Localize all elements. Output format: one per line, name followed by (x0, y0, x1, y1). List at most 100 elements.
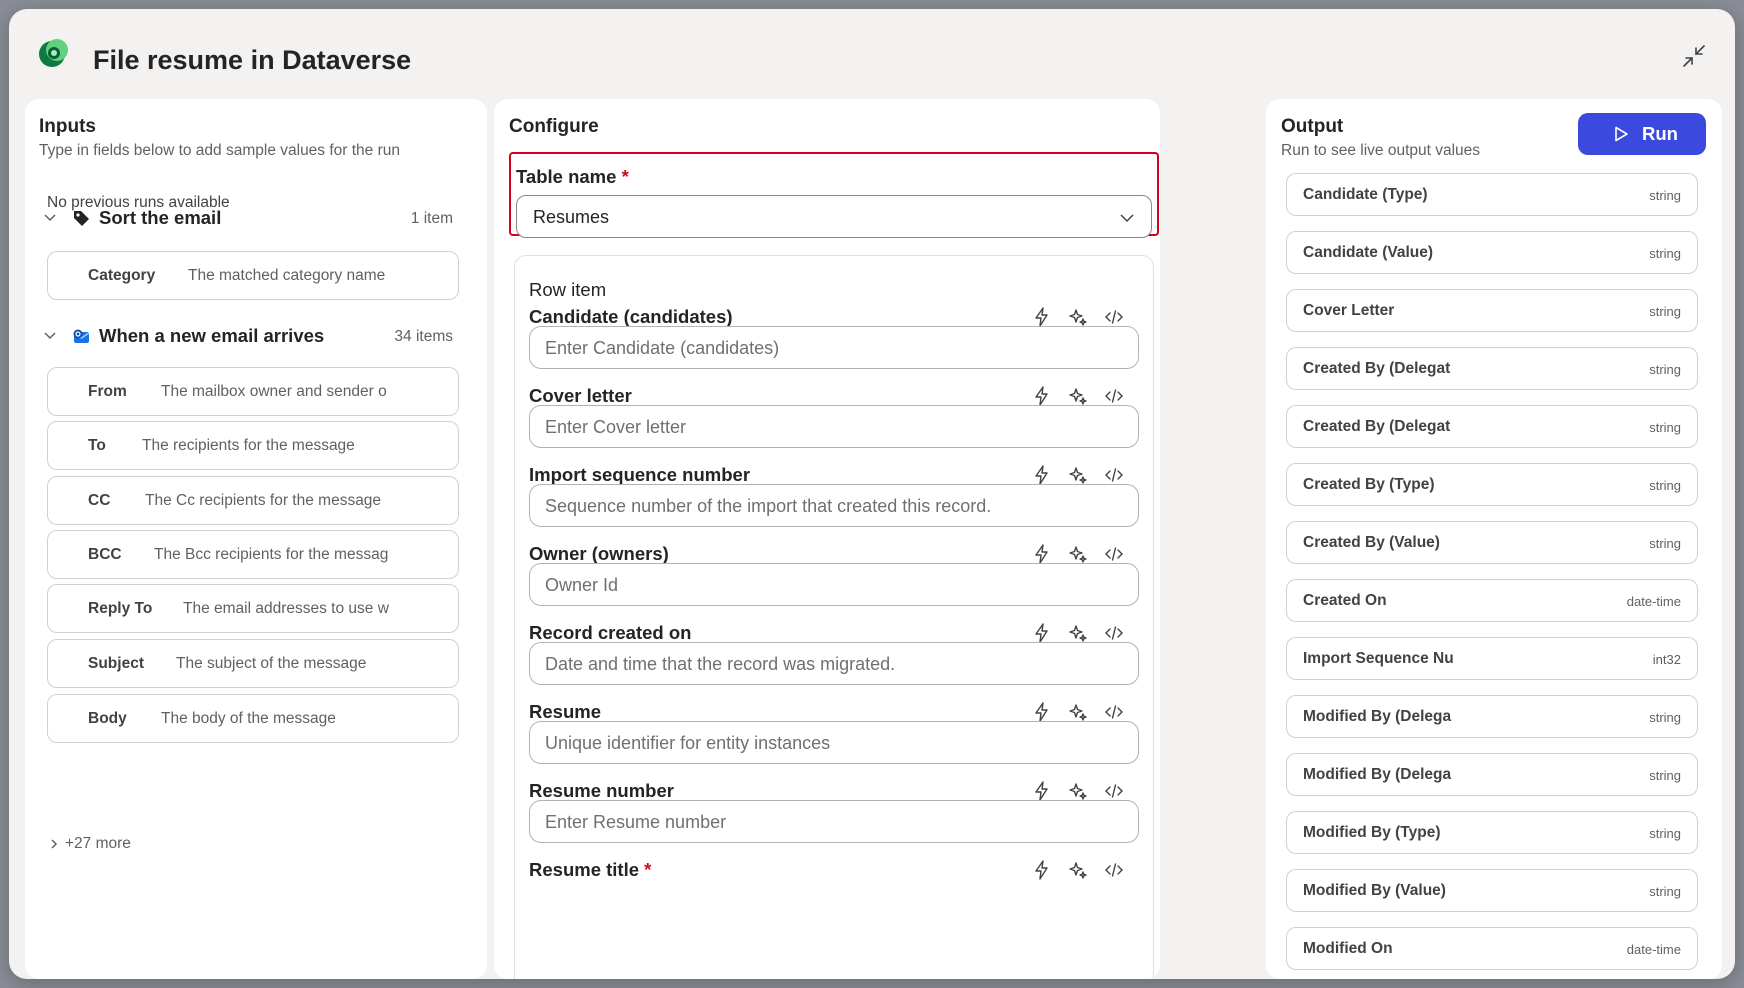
table-name-value: Resumes (533, 207, 610, 227)
field-hint: The recipients for the message (142, 437, 355, 454)
field-hint: The email addresses to use w (183, 600, 389, 617)
input-placeholder: Unique identifier for entity instances (545, 733, 831, 753)
run-button[interactable]: Run (1578, 113, 1706, 155)
input-field-subject[interactable]: Subject The subject of the message (47, 639, 459, 688)
output-row: Created By (Value) string (1286, 521, 1698, 564)
collapse-icon[interactable] (1681, 43, 1707, 69)
field-label: Subject (88, 655, 144, 672)
field-label: From (88, 383, 127, 400)
field-label: BCC (88, 546, 122, 563)
inputs-subtitle: Type in fields below to add sample value… (39, 142, 401, 159)
field-actions (1031, 306, 1141, 328)
output-row: Modified By (Delega string (1286, 753, 1698, 796)
play-icon (1615, 126, 1628, 142)
table-name-label: Table name * (516, 166, 629, 187)
sparkle-icon[interactable] (1067, 464, 1089, 486)
show-more-link[interactable]: +27 more (49, 835, 131, 853)
table-name-dropdown[interactable]: Resumes (516, 195, 1152, 238)
input-placeholder: Enter Cover letter (545, 417, 687, 437)
row-item-group: Row item Candidate (candidates) Enter Ca… (514, 255, 1154, 979)
output-title: Output (1281, 116, 1344, 137)
sparkle-icon[interactable] (1067, 543, 1089, 565)
code-icon[interactable] (1103, 780, 1125, 802)
output-row: Modified By (Value) string (1286, 869, 1698, 912)
section-count: 1 item (410, 210, 453, 227)
field-label: To (88, 437, 106, 454)
lightning-icon[interactable] (1031, 701, 1053, 723)
field-actions (1031, 622, 1141, 644)
input-placeholder: Enter Candidate (candidates) (545, 338, 780, 358)
input-field-category[interactable]: Category The matched category name (47, 251, 459, 300)
field-label: Reply To (88, 600, 153, 617)
dataverse-logo (39, 39, 68, 67)
input-field-to[interactable]: To The recipients for the message (47, 421, 459, 470)
input-field-bcc[interactable]: BCC The Bcc recipients for the messag (47, 530, 459, 579)
lightning-icon[interactable] (1031, 543, 1053, 565)
import-sequence-input[interactable]: Sequence number of the import that creat… (529, 484, 1139, 527)
code-icon[interactable] (1103, 306, 1125, 328)
field-hint: The subject of the message (176, 655, 367, 672)
sparkle-icon[interactable] (1067, 385, 1089, 407)
resume-number-input[interactable]: Enter Resume number (529, 800, 1139, 843)
show-more-label: +27 more (65, 835, 131, 852)
field-label-resume-title: Resume title * (529, 859, 652, 880)
output-row: Modified On date-time (1286, 927, 1698, 970)
chevron-down-icon[interactable] (43, 328, 57, 342)
inputs-panel: Inputs Type in fields below to add sampl… (25, 99, 487, 979)
resume-input[interactable]: Unique identifier for entity instances (529, 721, 1139, 764)
sparkle-icon[interactable] (1067, 622, 1089, 644)
lightning-icon[interactable] (1031, 859, 1053, 881)
code-icon[interactable] (1103, 622, 1125, 644)
candidate-input[interactable]: Enter Candidate (candidates) (529, 326, 1139, 369)
cover-letter-input[interactable]: Enter Cover letter (529, 405, 1139, 448)
lightning-icon[interactable] (1031, 464, 1053, 486)
run-label: Run (1642, 123, 1678, 144)
lightning-icon[interactable] (1031, 780, 1053, 802)
input-field-reply-to[interactable]: Reply To The email addresses to use w (47, 584, 459, 633)
section-when-a-new-email-arrives[interactable]: When a new email arrives 34 items (43, 321, 467, 351)
sparkle-icon[interactable] (1067, 859, 1089, 881)
sparkle-icon[interactable] (1067, 701, 1089, 723)
configure-panel: Configure Table name * Resumes Row item … (494, 99, 1160, 979)
code-icon[interactable] (1103, 385, 1125, 407)
input-field-from[interactable]: From The mailbox owner and sender o (47, 367, 459, 416)
sparkle-icon[interactable] (1067, 306, 1089, 328)
section-count: 34 items (394, 328, 453, 345)
output-panel: Output Run to see live output values Run… (1266, 99, 1722, 979)
owner-input[interactable]: Owner Id (529, 563, 1139, 606)
outlook-icon (73, 329, 90, 343)
lightning-icon[interactable] (1031, 622, 1053, 644)
output-row: Created By (Delegat string (1286, 347, 1698, 390)
lightning-icon[interactable] (1031, 385, 1053, 407)
sparkle-icon[interactable] (1067, 780, 1089, 802)
output-row: Candidate (Type) string (1286, 173, 1698, 216)
chevron-down-icon[interactable] (43, 210, 57, 224)
code-icon[interactable] (1103, 464, 1125, 486)
code-icon[interactable] (1103, 701, 1125, 723)
field-label: Body (88, 710, 127, 727)
record-created-on-input[interactable]: Date and time that the record was migrat… (529, 642, 1139, 685)
input-field-body[interactable]: Body The body of the message (47, 694, 459, 743)
field-hint: The matched category name (188, 267, 386, 284)
inputs-title: Inputs (39, 116, 96, 137)
field-actions (1031, 701, 1141, 723)
output-row: Cover Letter string (1286, 289, 1698, 332)
input-field-cc[interactable]: CC The Cc recipients for the message (47, 476, 459, 525)
chevron-down-icon (1120, 214, 1134, 223)
input-placeholder: Enter Resume number (545, 812, 727, 832)
field-label-resume-number: Resume number (529, 780, 674, 801)
dialog-header: File resume in Dataverse (9, 9, 1735, 99)
field-label-import-sequence: Import sequence number (529, 464, 751, 485)
chevron-right-icon (51, 839, 58, 849)
code-icon[interactable] (1103, 543, 1125, 565)
field-actions (1031, 464, 1141, 486)
output-subtitle: Run to see live output values (1281, 142, 1481, 159)
field-actions (1031, 780, 1141, 802)
lightning-icon[interactable] (1031, 306, 1053, 328)
code-icon[interactable] (1103, 859, 1125, 881)
output-row: Import Sequence Nu int32 (1286, 637, 1698, 680)
output-row: Modified By (Delega string (1286, 695, 1698, 738)
section-title: Sort the email (99, 207, 222, 228)
field-hint: The body of the message (161, 710, 336, 727)
section-sort-the-email[interactable]: Sort the email 1 item (43, 203, 467, 233)
